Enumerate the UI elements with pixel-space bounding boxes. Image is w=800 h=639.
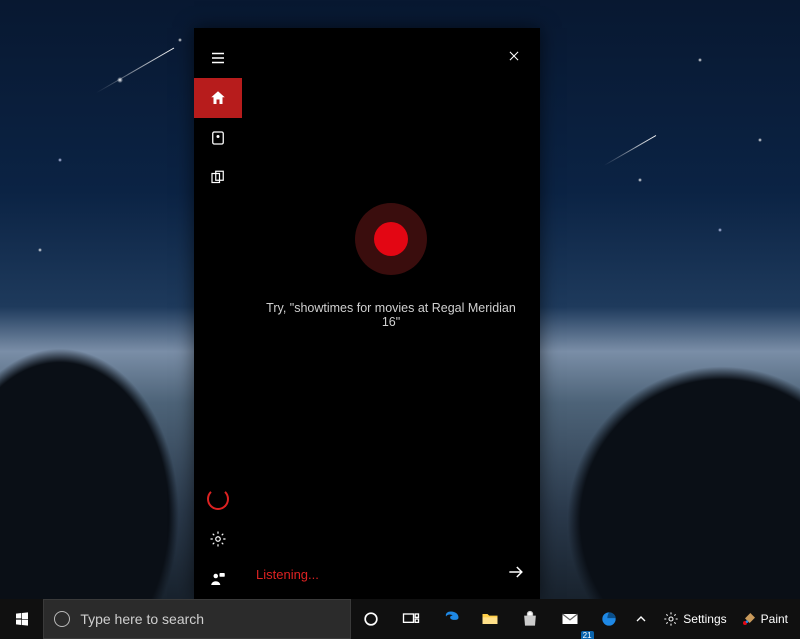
menu-button[interactable]: [194, 38, 242, 78]
taskbar: Type here to search 21: [0, 599, 800, 639]
tray-paint-label: Paint: [761, 612, 788, 626]
collections-button[interactable]: [194, 158, 242, 198]
close-icon: [507, 49, 521, 63]
home-button[interactable]: [194, 78, 242, 118]
submit-button[interactable]: [506, 562, 526, 587]
cortana-suggestion-text: Try, "showtimes for movies at Regal Meri…: [242, 301, 540, 329]
mail-taskbar-button[interactable]: 21: [550, 599, 590, 639]
notebook-button[interactable]: [194, 118, 242, 158]
windows-icon: [14, 611, 30, 627]
wallpaper-rocks: [0, 319, 200, 599]
cortana-orb-core: [374, 222, 408, 256]
notebook-icon: [209, 129, 227, 147]
wallpaper-meteor: [96, 48, 174, 94]
gear-icon: [209, 530, 227, 548]
collections-icon: [209, 169, 227, 187]
store-taskbar-button[interactable]: [510, 599, 550, 639]
home-icon: [209, 89, 227, 107]
edge-icon: [441, 609, 461, 629]
feedback-button[interactable]: [194, 559, 242, 599]
search-circle-icon: [54, 611, 70, 627]
cortana-taskbar-button[interactable]: [351, 599, 391, 639]
cortana-main: Try, "showtimes for movies at Regal Meri…: [242, 28, 540, 599]
taskbar-search[interactable]: Type here to search: [43, 599, 351, 639]
wallpaper-rocks: [540, 339, 800, 599]
cortana-orb[interactable]: [355, 203, 427, 275]
task-view-button[interactable]: [391, 599, 431, 639]
search-placeholder: Type here to search: [80, 611, 204, 627]
file-explorer-taskbar-button[interactable]: [470, 599, 510, 639]
tray-settings-label: Settings: [683, 612, 726, 626]
cortana-sidebar: [194, 28, 242, 599]
desktop-wallpaper: Try, "showtimes for movies at Regal Meri…: [0, 0, 800, 639]
edge-dev-taskbar-button[interactable]: [590, 599, 630, 639]
cortana-panel: Try, "showtimes for movies at Regal Meri…: [194, 28, 540, 599]
mail-icon: [560, 609, 580, 629]
edge-taskbar-button[interactable]: [431, 599, 471, 639]
close-button[interactable]: [496, 38, 532, 74]
paint-icon: [741, 611, 757, 627]
cortana-orb-area: Try, "showtimes for movies at Regal Meri…: [242, 203, 540, 329]
tray-chevron-button[interactable]: [629, 599, 653, 639]
person-feedback-icon: [209, 570, 227, 588]
hamburger-icon: [209, 49, 227, 67]
tray-paint-button[interactable]: Paint: [737, 599, 792, 639]
task-view-icon: [401, 609, 421, 629]
arrow-right-icon: [506, 562, 526, 582]
tray-settings-button[interactable]: Settings: [659, 599, 730, 639]
edge-dev-icon: [599, 609, 619, 629]
settings-button[interactable]: [194, 519, 242, 559]
cortana-circle-icon: [361, 609, 381, 629]
cortana-ring-icon: [207, 488, 229, 510]
cortana-ring-button[interactable]: [194, 479, 242, 519]
chevron-up-icon: [633, 611, 649, 627]
folder-icon: [480, 609, 500, 629]
cortana-status-bar: Listening...: [256, 562, 526, 587]
mail-badge-count: 21: [581, 631, 594, 639]
store-icon: [520, 609, 540, 629]
system-tray: Settings Paint: [629, 599, 800, 639]
listening-status: Listening...: [256, 567, 319, 582]
gear-icon: [663, 611, 679, 627]
start-button[interactable]: [0, 599, 43, 639]
wallpaper-meteor: [604, 135, 656, 166]
